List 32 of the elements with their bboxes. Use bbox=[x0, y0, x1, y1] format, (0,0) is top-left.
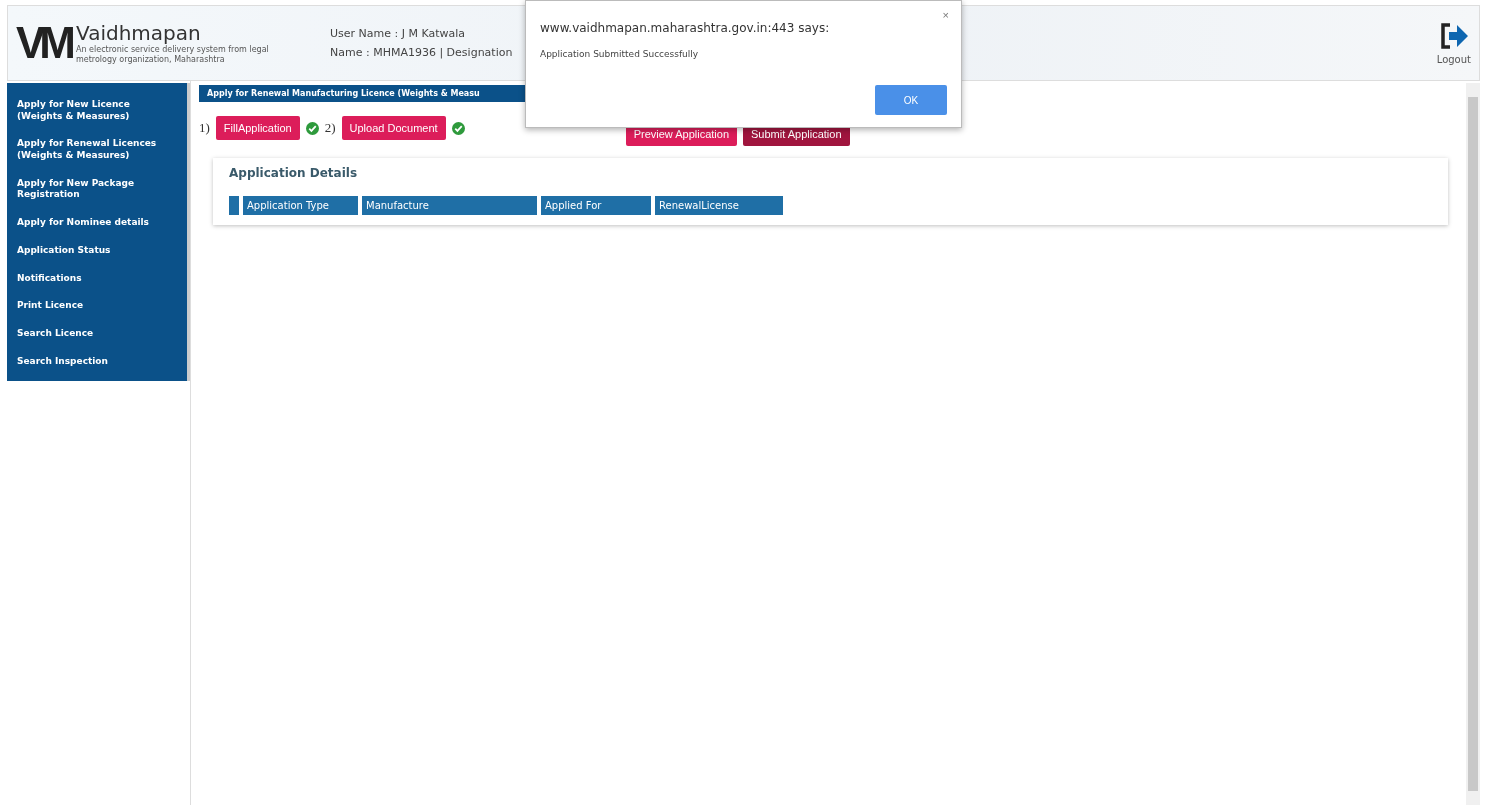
step-button[interactable]: Upload Document bbox=[341, 116, 446, 140]
sidebar-item[interactable]: Apply for New Package Registration bbox=[7, 169, 187, 210]
scrollbar[interactable] bbox=[1466, 83, 1480, 805]
check-icon bbox=[451, 121, 465, 135]
dialog-message: Application Submitted Successfully bbox=[540, 49, 700, 59]
column-header: Applied For bbox=[541, 196, 651, 215]
name-designation: Name : MHMA1936 | Designation bbox=[330, 46, 513, 59]
check-icon bbox=[305, 121, 319, 135]
sidebar-item[interactable]: Search Inspection bbox=[7, 347, 187, 376]
step-number: 2) bbox=[324, 120, 336, 136]
section-title: Application Details bbox=[229, 166, 359, 180]
sidebar-item[interactable]: Search Licence bbox=[7, 319, 187, 348]
column-header bbox=[229, 196, 239, 215]
close-button[interactable]: × bbox=[942, 9, 949, 21]
brand-name: Vaidhmapan bbox=[76, 21, 201, 46]
step-button[interactable]: FillApplication bbox=[215, 116, 300, 140]
dialog-title: www.vaidhmapan.maharashtra.gov.in:443 says: bbox=[540, 21, 831, 35]
sidebar-item[interactable]: Apply for Renewal Licences (Weights & Measures) bbox=[7, 130, 187, 170]
sidebar-item[interactable]: Notifications bbox=[7, 264, 187, 293]
sidebar-item[interactable]: Print Licence bbox=[7, 292, 187, 320]
sidebar-item[interactable]: Application Status bbox=[7, 236, 187, 265]
logout-button[interactable]: Logout bbox=[1436, 21, 1471, 65]
tagline: An electronic service delivery system from legal metrology organization, Maharashtra bbox=[76, 45, 270, 65]
logo-mark: VM bbox=[16, 21, 70, 65]
column-header: RenewalLicense bbox=[655, 196, 783, 215]
step-number: 1) bbox=[199, 120, 210, 136]
user-name: User Name : J M Katwala bbox=[330, 27, 466, 40]
column-header: Manufacture bbox=[362, 196, 537, 215]
column-header: Application Type bbox=[243, 196, 358, 215]
sidebar-item[interactable]: Apply for Nominee details bbox=[7, 209, 187, 237]
sidebar-item[interactable]: Apply for New Licence (Weights & Measures) bbox=[7, 91, 187, 131]
logout-icon bbox=[1438, 21, 1469, 50]
